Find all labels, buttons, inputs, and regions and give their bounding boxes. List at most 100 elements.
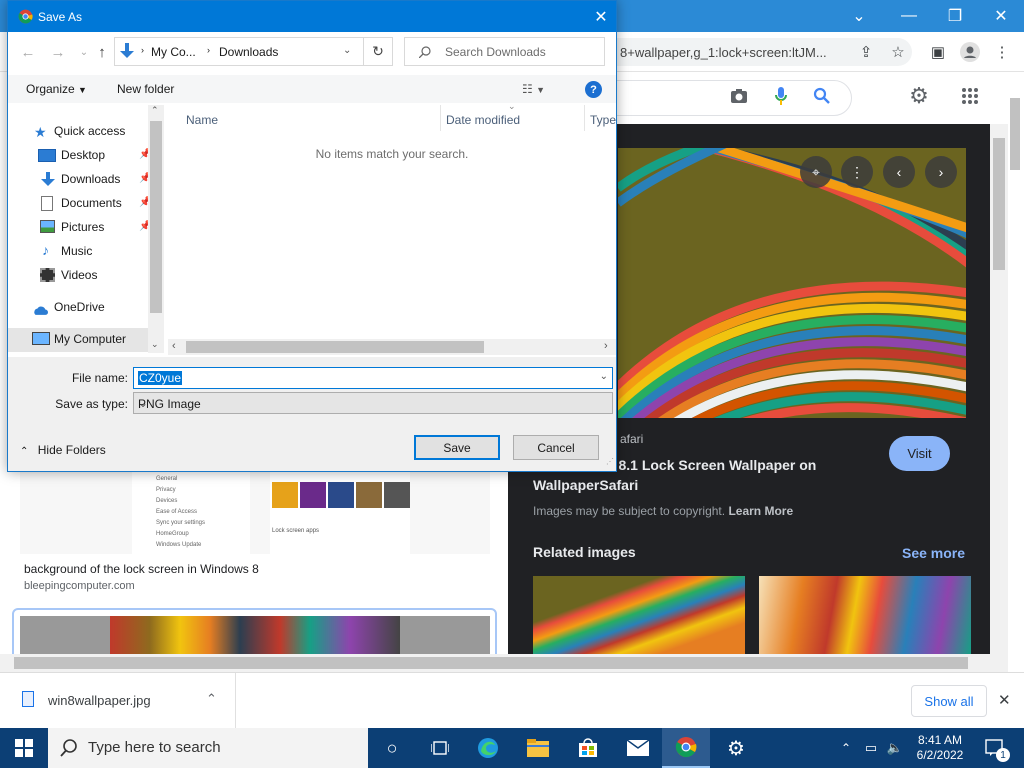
- see-more-link[interactable]: See more: [902, 545, 965, 561]
- nav-item-onedrive[interactable]: OneDrive: [8, 296, 148, 320]
- volume-icon[interactable]: 🔈: [884, 728, 906, 768]
- scroll-right-icon[interactable]: ›: [604, 340, 608, 352]
- new-folder-button[interactable]: New folder: [117, 82, 174, 96]
- edge-icon[interactable]: [464, 728, 512, 768]
- file-name-dropdown-icon[interactable]: ⌄: [600, 371, 608, 382]
- save-button[interactable]: Save: [414, 435, 500, 460]
- view-options-icon[interactable]: ☷ ▼: [522, 82, 545, 96]
- next-icon[interactable]: ›: [925, 156, 957, 188]
- more-options-icon[interactable]: ⋮: [841, 156, 873, 188]
- scrollbar-thumb[interactable]: [993, 138, 1005, 270]
- forward-arrow-icon[interactable]: →: [48, 41, 68, 63]
- search-icon[interactable]: [810, 84, 834, 108]
- related-image[interactable]: [533, 576, 745, 654]
- menu-kebab-icon[interactable]: ⋮: [990, 40, 1014, 64]
- mail-icon[interactable]: [614, 728, 662, 768]
- file-explorer-icon[interactable]: [514, 728, 562, 768]
- visit-button[interactable]: Visit: [889, 436, 950, 471]
- resize-grip-icon[interactable]: ⋰: [606, 457, 614, 466]
- breadcrumb-item[interactable]: My Co...: [151, 45, 196, 59]
- side-panel-icon[interactable]: ▣: [926, 40, 950, 64]
- profile-icon[interactable]: [958, 40, 982, 64]
- mic-icon[interactable]: [769, 84, 793, 108]
- save-type-select[interactable]: PNG Image ⌄: [133, 392, 613, 414]
- camera-icon[interactable]: [727, 84, 751, 108]
- dialog-title: Save As: [38, 10, 83, 24]
- scroll-down-icon[interactable]: ⌄: [151, 339, 159, 350]
- result-title[interactable]: background of the lock screen in Windows…: [24, 562, 259, 576]
- clock[interactable]: 8:41 AM 6/2/2022: [910, 728, 970, 768]
- nav-scroll-thumb[interactable]: [150, 121, 162, 313]
- cancel-button[interactable]: Cancel: [513, 435, 599, 460]
- minimize-icon[interactable]: —: [886, 0, 932, 32]
- notification-icon[interactable]: 1: [980, 728, 1010, 768]
- scrollbar-thumb[interactable]: [14, 657, 968, 669]
- dialog-titlebar[interactable]: Save As ✕: [8, 1, 616, 32]
- hide-folders-toggle[interactable]: ⌃ Hide Folders: [20, 443, 106, 457]
- column-header-name[interactable]: Name: [186, 113, 218, 127]
- store-icon[interactable]: [564, 728, 612, 768]
- preview-image[interactable]: [618, 148, 966, 418]
- minimize-chevron-icon[interactable]: ⌄: [836, 0, 882, 32]
- recent-locations-icon[interactable]: ⌄: [74, 41, 94, 63]
- column-separator[interactable]: [440, 105, 441, 131]
- organize-menu[interactable]: Organize ▼: [26, 82, 87, 96]
- settings-gear-icon[interactable]: ⚙: [712, 728, 760, 768]
- nav-item-quick-access[interactable]: ★ Quick access: [8, 120, 148, 144]
- restore-icon[interactable]: ❐: [932, 0, 978, 32]
- address-dropdown-icon[interactable]: ⌄: [343, 45, 351, 56]
- nav-item-music[interactable]: ♪ Music: [8, 240, 148, 264]
- nav-item-videos[interactable]: Videos: [8, 264, 148, 288]
- file-name-input[interactable]: CZ0yue ⌄: [133, 367, 613, 389]
- scroll-left-icon[interactable]: ‹: [172, 340, 176, 352]
- cortana-icon[interactable]: ○: [368, 728, 416, 768]
- column-separator[interactable]: [584, 105, 585, 131]
- nav-item-documents[interactable]: Documents 📌: [8, 192, 151, 216]
- result-site[interactable]: bleepingcomputer.com: [24, 580, 135, 592]
- file-list-scroll-thumb[interactable]: [186, 341, 484, 353]
- taskbar-search-box[interactable]: Type here to search: [48, 728, 368, 768]
- close-icon[interactable]: ✕: [978, 0, 1024, 32]
- related-image[interactable]: [759, 576, 971, 654]
- dialog-search-input[interactable]: Search Downloads: [404, 37, 605, 66]
- save-type-dropdown-icon[interactable]: ⌄: [138, 396, 608, 410]
- mini-setting: Devices: [156, 498, 178, 504]
- page-vertical-scrollbar[interactable]: [990, 124, 1008, 654]
- help-icon[interactable]: ?: [585, 81, 602, 98]
- share-icon[interactable]: ⇪: [854, 40, 878, 64]
- start-button[interactable]: [0, 728, 48, 768]
- back-arrow-icon[interactable]: ←: [18, 41, 38, 63]
- gear-icon[interactable]: ⚙: [907, 83, 931, 108]
- apps-icon[interactable]: [958, 84, 982, 108]
- address-breadcrumb[interactable]: › My Co... › Downloads ⌄: [114, 37, 364, 66]
- scroll-up-icon[interactable]: ⌃: [151, 105, 159, 116]
- column-header-date-modified[interactable]: Date modified: [446, 113, 520, 127]
- learn-more-link[interactable]: Learn More: [728, 504, 793, 518]
- page-horizontal-scrollbar[interactable]: [0, 654, 1008, 672]
- tray-chevron-icon[interactable]: ⌃: [836, 728, 856, 768]
- outer-scrollbar-thumb[interactable]: [1010, 98, 1020, 170]
- nav-item-desktop[interactable]: Desktop 📌: [8, 144, 151, 168]
- network-icon[interactable]: ▭: [860, 728, 882, 768]
- file-list-horizontal-scrollbar[interactable]: ‹ ›: [168, 339, 616, 355]
- close-download-bar-icon[interactable]: ✕: [998, 691, 1011, 709]
- breadcrumb-item[interactable]: Downloads: [219, 45, 278, 59]
- chevron-up-icon[interactable]: ⌃: [206, 691, 217, 707]
- nav-item-my-computer[interactable]: My Computer: [8, 328, 148, 352]
- refresh-icon[interactable]: ↻: [363, 37, 393, 66]
- up-arrow-icon[interactable]: ↑: [92, 41, 112, 63]
- address-bar[interactable]: 8+wallpaper,g_1:lock+screen:ltJM... ⇪ ☆: [600, 38, 912, 66]
- task-view-icon[interactable]: [416, 728, 464, 768]
- bookmark-star-icon[interactable]: ☆: [886, 40, 910, 64]
- column-header-type[interactable]: Type: [590, 113, 616, 127]
- lens-icon[interactable]: ⌖: [800, 156, 832, 188]
- previous-icon[interactable]: ‹: [883, 156, 915, 188]
- show-all-button[interactable]: Show all: [911, 685, 987, 717]
- dialog-close-icon[interactable]: ✕: [586, 1, 616, 32]
- nav-item-pictures[interactable]: Pictures 📌: [8, 216, 151, 240]
- nav-pane-scrollbar[interactable]: ⌃ ⌄: [148, 105, 164, 353]
- nav-item-downloads[interactable]: Downloads 📌: [8, 168, 151, 192]
- download-item[interactable]: win8wallpaper.jpg ⌃: [0, 673, 236, 729]
- chrome-taskbar-icon[interactable]: [662, 728, 710, 768]
- result-thumbnail[interactable]: General Privacy Devices Ease of Access S…: [20, 470, 490, 554]
